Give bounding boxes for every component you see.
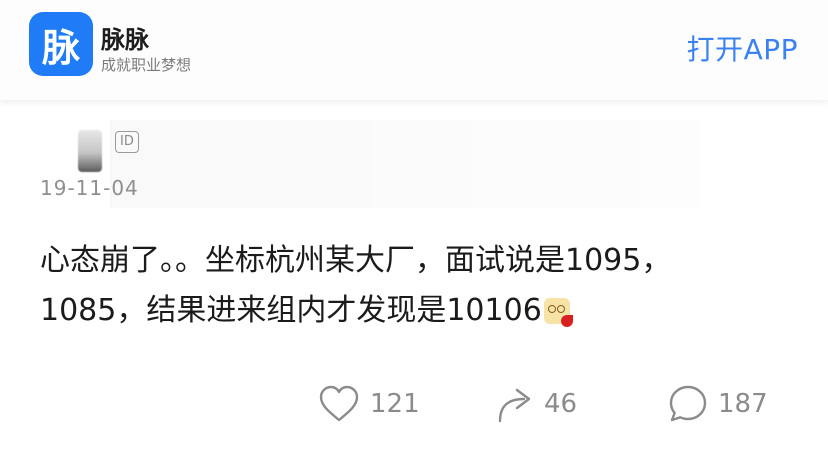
post-line-2: 1085，结果进来组内才发现是10106	[40, 293, 542, 328]
post-actions: 121 46 187	[0, 380, 828, 428]
maimai-logo-icon[interactable]: 脉	[29, 12, 93, 76]
share-arrow-icon	[498, 388, 531, 423]
blurred-username	[110, 120, 700, 208]
post-line-1: 心态崩了。。坐标杭州某大厂，面试说是1095，	[40, 243, 672, 278]
share-button[interactable]: 46	[496, 380, 577, 428]
comment-count: 187	[718, 389, 768, 419]
comment-bubble-icon	[669, 385, 707, 422]
app-slogan: 成就职业梦想	[101, 56, 192, 74]
like-button[interactable]: 121	[318, 380, 420, 428]
post-line-2-wrap: 1085，结果进来组内才发现是10106	[40, 286, 800, 336]
like-count: 121	[370, 389, 420, 419]
post-date: 19-11-04	[40, 176, 139, 200]
id-badge: ID	[115, 131, 139, 153]
share-count: 46	[544, 389, 578, 419]
comment-button[interactable]: 187	[668, 380, 768, 428]
app-name: 脉脉	[101, 26, 149, 54]
heart-icon	[319, 385, 359, 422]
shocked-emoji-icon	[543, 298, 573, 327]
open-app-button[interactable]: 打开APP	[687, 28, 798, 68]
avatar[interactable]	[78, 130, 102, 172]
post-body: 心态崩了。。坐标杭州某大厂，面试说是1095， 1085，结果进来组内才发现是1…	[40, 236, 800, 336]
app-header: 脉 脉脉 成就职业梦想 打开APP	[0, 0, 828, 100]
